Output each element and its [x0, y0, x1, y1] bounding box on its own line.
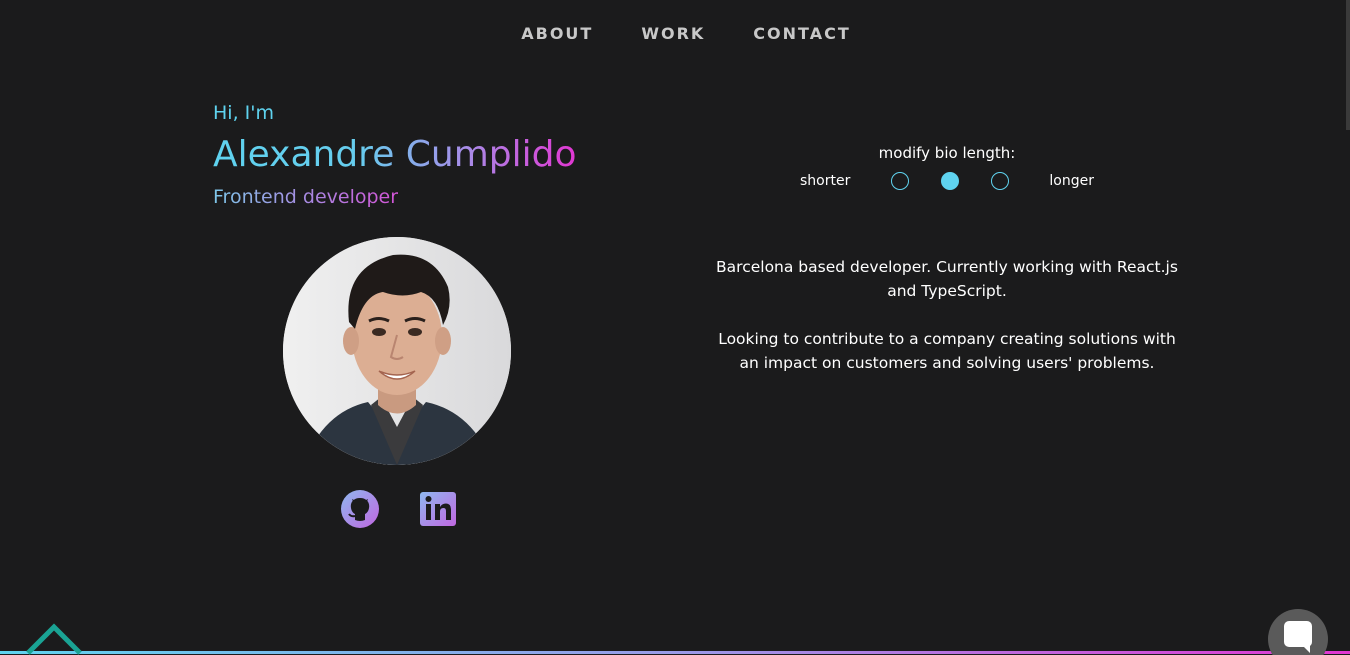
page-title: Alexandre Cumplido [213, 134, 577, 175]
bio-length-options [890, 172, 1009, 190]
chat-button[interactable] [1268, 609, 1328, 655]
longer-label: longer [1049, 173, 1094, 189]
section-divider [0, 651, 1350, 654]
github-icon[interactable] [340, 489, 380, 529]
scrollbar-thumb[interactable] [1346, 0, 1350, 130]
avatar-photo [283, 237, 511, 465]
nav-link-work[interactable]: WORK [641, 24, 705, 43]
chat-bubble-icon [1284, 621, 1312, 653]
social-links [340, 489, 458, 529]
linkedin-icon[interactable] [418, 489, 458, 529]
chevron-up-icon[interactable] [24, 621, 84, 655]
nav-link-contact[interactable]: CONTACT [753, 24, 850, 43]
greeting: Hi, I'm [213, 102, 274, 124]
job-title: Frontend developer [213, 186, 399, 208]
bio-paragraph-2: Looking to contribute to a company creat… [718, 330, 1176, 372]
nav-link-about[interactable]: ABOUT [521, 24, 593, 43]
shorter-label: shorter [800, 173, 851, 189]
bio-length-option-3[interactable] [990, 172, 1009, 190]
bio-paragraph-1: Barcelona based developer. Currently wor… [716, 258, 1178, 300]
main-nav: ABOUT WORK CONTACT [0, 24, 1350, 43]
bio-length-title: modify bio length: [878, 144, 1016, 162]
bio-length-row: shorter longer [800, 172, 1094, 190]
bio-text: Barcelona based developer. Currently wor… [707, 255, 1187, 375]
bio-length-option-1[interactable] [890, 172, 909, 190]
bio-length-option-2[interactable] [940, 172, 959, 190]
bio-length-control: modify bio length: shorter longer [800, 144, 1094, 190]
avatar [283, 237, 511, 465]
